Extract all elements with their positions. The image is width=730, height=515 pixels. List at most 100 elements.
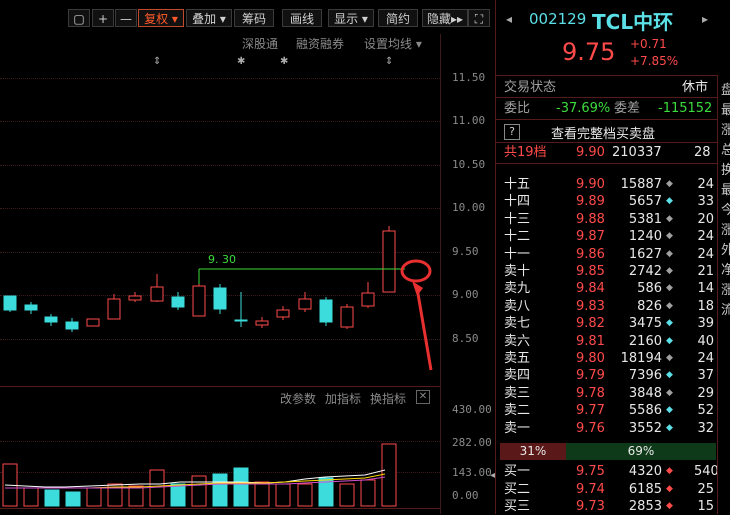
candle-body — [150, 286, 164, 302]
side-tab-char[interactable]: 盘 — [721, 79, 730, 98]
candle-body — [298, 298, 312, 310]
divider — [496, 75, 718, 76]
ask-row[interactable]: 卖五 9.80 18194 24 ◆ — [496, 350, 716, 367]
ask-row[interactable]: 卖四 9.79 7396 37 ◆ — [496, 367, 716, 384]
side-tab-char[interactable]: 涨 — [721, 279, 730, 298]
level-count: 18 — [697, 298, 714, 314]
weibi-value: -37.69% — [556, 101, 611, 116]
fullscreen-icon[interactable]: ⛶ — [468, 9, 490, 27]
level-volume: 4320 — [628, 464, 662, 479]
level-price: 9.78 — [576, 385, 605, 401]
candle-body — [276, 309, 290, 318]
side-tab-char[interactable]: 涨 — [721, 219, 730, 238]
side-tab-char[interactable]: 外 — [721, 239, 730, 258]
divider — [496, 142, 718, 143]
bottom-divider — [0, 508, 440, 509]
buy-ratio: 31% — [500, 443, 566, 460]
ask-row[interactable]: 卖三 9.78 3848 29 ◆ — [496, 385, 716, 402]
ask-row[interactable]: 卖六 9.81 2160 40 ◆ — [496, 333, 716, 350]
diamond-icon: ◆ — [666, 466, 673, 476]
highlight-arrow — [415, 287, 433, 371]
diamond-icon: ◆ — [666, 370, 673, 381]
diamond-icon: ◆ — [666, 300, 673, 311]
level-label: 买三 — [504, 499, 531, 514]
candle-body — [3, 295, 17, 311]
side-tab-char[interactable]: 涨 — [721, 119, 730, 138]
diamond-icon: ◆ — [666, 422, 673, 433]
level-label: 卖一 — [504, 420, 531, 436]
ask-row[interactable]: 卖一 9.76 3552 32 ◆ — [496, 420, 716, 437]
diamond-icon: ◆ — [666, 483, 673, 494]
level-count: 24 — [697, 177, 714, 192]
y-axis-label: 11.00 — [452, 114, 486, 127]
fuquan-label: 复权 — [144, 12, 169, 26]
current-price: 9.75 — [562, 38, 616, 66]
vol-axis-label: 282.00 — [452, 436, 492, 449]
ask-row[interactable]: 卖九 9.84 586 14 ◆ — [496, 280, 716, 297]
simple-button[interactable]: 简约 — [378, 9, 418, 27]
level-label: 十二 — [504, 229, 531, 245]
level-volume: 1240 — [628, 229, 662, 245]
help-icon[interactable]: ? — [504, 124, 520, 140]
ask-row[interactable]: 卖十 9.85 2742 21 ◆ — [496, 263, 716, 280]
diamond-icon: ◆ — [666, 387, 673, 398]
zoom-in-button[interactable]: + — [92, 9, 114, 27]
level-volume: 1627 — [628, 246, 662, 262]
bid-row[interactable]: 买三 9.73 2853 15 ◆ — [496, 498, 716, 515]
display-button[interactable]: 显示 ▾ — [328, 9, 374, 27]
ask-row[interactable]: 十四 9.89 5657 33 ◆ — [496, 193, 716, 210]
overlay-button[interactable]: 叠加 ▾ — [186, 9, 232, 27]
total-levels-row: 共19档 9.90 210337 28 — [496, 144, 716, 161]
level-count: 24 — [697, 229, 714, 245]
status-row: 交易状态 休市 — [496, 79, 716, 96]
next-stock-icon[interactable]: ▸ — [702, 12, 708, 26]
level-count: 29 — [697, 385, 714, 401]
ask-row[interactable]: 卖二 9.77 5586 52 ◆ — [496, 402, 716, 419]
fuquan-button[interactable]: 复权 ▾ — [138, 9, 184, 27]
level-price: 9.87 — [576, 229, 605, 245]
bid-row[interactable]: 买二 9.74 6185 25 ◆ — [496, 481, 716, 498]
side-tab-char[interactable]: 最 — [721, 99, 730, 118]
hide-button[interactable]: 隐藏▸▸ — [422, 9, 468, 27]
chips-button[interactable]: 筹码 — [234, 9, 274, 27]
volume-bar — [212, 473, 228, 507]
side-tab-char[interactable]: 净 — [721, 259, 730, 278]
ask-row[interactable]: 卖八 9.83 826 18 ◆ — [496, 298, 716, 315]
level-volume: 826 — [637, 298, 662, 314]
level-price: 9.89 — [576, 194, 605, 210]
side-tab-char[interactable]: 最 — [721, 179, 730, 198]
diamond-icon: ◆ — [666, 405, 673, 416]
full-orderbook-link[interactable]: 查看完整档买卖盘 — [551, 123, 655, 142]
ask-row[interactable]: 十五 9.90 15887 24 ◆ — [496, 176, 716, 193]
candle-body — [65, 321, 79, 330]
level-annotation: 9. 30 — [208, 253, 236, 266]
y-axis-label: 10.50 — [452, 158, 486, 171]
level-volume: 5657 — [628, 194, 662, 210]
vol-axis-label: 430.00 — [452, 403, 492, 416]
ask-row[interactable]: 十一 9.86 1627 24 ◆ — [496, 246, 716, 263]
draw-line-button[interactable]: 画线 — [282, 9, 322, 27]
side-tab-char[interactable]: 换 — [721, 159, 730, 178]
ask-row[interactable]: 卖七 9.82 3475 39 ◆ — [496, 315, 716, 332]
volume-bar — [254, 481, 270, 507]
tb-icon-square[interactable]: ▢ — [68, 9, 90, 27]
candle-body — [361, 292, 375, 307]
volume-bar — [23, 487, 39, 507]
ask-row[interactable]: 十二 9.87 1240 24 ◆ — [496, 228, 716, 245]
side-tab-char[interactable]: 今 — [721, 199, 730, 218]
bid-row[interactable]: 买一 9.75 4320 540 ◆ — [496, 463, 719, 480]
level-price: 9.79 — [576, 368, 605, 384]
side-tab-char[interactable]: 总 — [721, 139, 730, 158]
prev-stock-icon[interactable]: ◂ — [506, 12, 512, 26]
candle-body — [340, 306, 354, 328]
candle-body — [382, 230, 396, 293]
volume-bar — [149, 469, 165, 507]
volume-bar — [360, 479, 376, 507]
total-count: 28 — [694, 145, 711, 160]
candle-body — [171, 296, 185, 308]
diamond-icon: ◆ — [666, 196, 673, 207]
level-count: 540 — [694, 464, 719, 479]
side-tab-char[interactable]: 流 — [721, 299, 730, 318]
zoom-out-button[interactable]: — — [115, 9, 137, 27]
ask-row[interactable]: 十三 9.88 5381 20 ◆ — [496, 211, 716, 228]
